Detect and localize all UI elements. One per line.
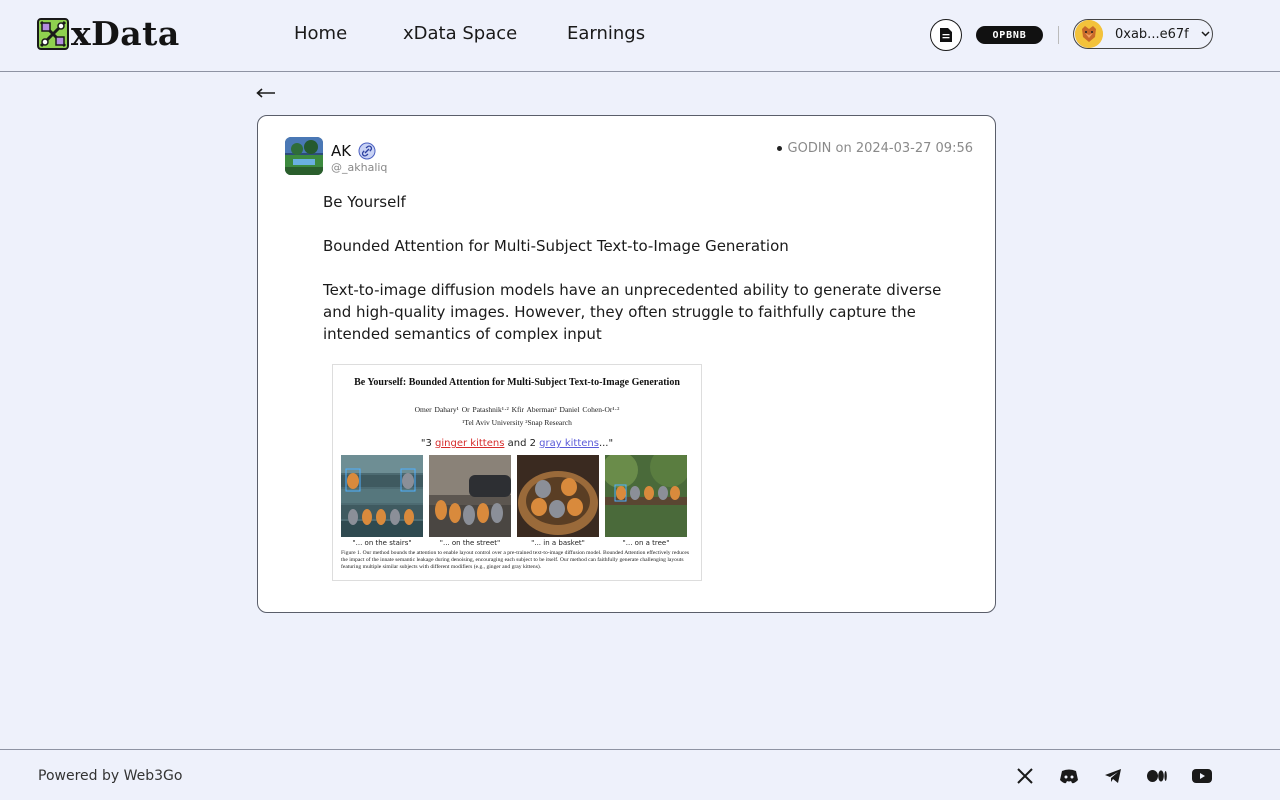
- post-image[interactable]: Be Yourself: Bounded Attention for Multi…: [332, 364, 702, 581]
- chevron-down-icon: [1201, 29, 1210, 40]
- nav-xdata-space[interactable]: xData Space: [403, 22, 517, 46]
- post-paragraph: Be Yourself: [323, 191, 973, 213]
- discord-icon[interactable]: [1059, 767, 1079, 785]
- wallet-avatar: [1075, 20, 1103, 48]
- figure-image-stairs: [341, 455, 423, 537]
- medium-icon[interactable]: [1147, 767, 1167, 785]
- figure-authors: Omer Dahary¹ Or Patashnik¹·² Kfir Aberma…: [333, 405, 701, 414]
- post-meta: GODIN on 2024-03-27 09:56: [777, 141, 973, 156]
- figure-caption-stairs: "... on the stairs": [341, 539, 423, 547]
- wallet-button[interactable]: 0xab...e67f: [1073, 19, 1213, 49]
- arrow-left-icon: [256, 88, 276, 98]
- bullet-icon: [777, 146, 782, 151]
- logo[interactable]: xData: [37, 17, 180, 51]
- figure-caption-street: "... on the street": [429, 539, 511, 547]
- docs-button[interactable]: [930, 19, 962, 51]
- footer: Powered by Web3Go: [0, 749, 1280, 800]
- figure-caption-tree: "... on a tree": [605, 539, 687, 547]
- author-avatar[interactable]: [285, 137, 323, 175]
- xdata-logo-icon: [37, 18, 69, 50]
- figure-affiliations: ¹Tel Aviv University ²Snap Research: [333, 418, 701, 427]
- author-handle: @_akhaliq: [331, 161, 387, 174]
- prompt-gray: gray kittens: [539, 438, 599, 449]
- figure-image-basket: [517, 455, 599, 537]
- figure-caption: Figure 1. Our method bounds the attentio…: [341, 550, 695, 571]
- prompt-ginger: ginger kittens: [435, 438, 504, 449]
- powered-by: Powered by Web3Go: [38, 768, 182, 784]
- chain-badge[interactable]: OPBNB: [976, 26, 1043, 44]
- post-body: Be Yourself Bounded Attention for Multi-…: [323, 191, 973, 367]
- landscape-avatar-icon: [285, 137, 323, 175]
- prompt-prefix: "3: [421, 438, 435, 449]
- x-twitter-icon[interactable]: [1015, 767, 1035, 785]
- prompt-mid: and 2: [504, 438, 539, 449]
- post-paragraph: Bounded Attention for Multi-Subject Text…: [323, 235, 973, 257]
- post-paragraph: Text-to-image diffusion models have an u…: [323, 279, 973, 345]
- author-name[interactable]: AK: [331, 142, 351, 160]
- figure-image-street: [429, 455, 511, 537]
- top-header: xData Home xData Space Earnings OPBNB 0x…: [0, 0, 1280, 72]
- back-button[interactable]: [256, 82, 278, 104]
- figure-prompt: "3 ginger kittens and 2 gray kittens...": [333, 438, 701, 449]
- post-source-date: GODIN on 2024-03-27 09:56: [788, 141, 973, 156]
- logo-text: xData: [71, 17, 180, 51]
- telegram-icon[interactable]: [1103, 767, 1123, 785]
- figure-title: Be Yourself: Bounded Attention for Multi…: [333, 377, 701, 388]
- link-badge-icon: [358, 142, 376, 160]
- nav-earnings[interactable]: Earnings: [567, 22, 645, 46]
- figure-caption-basket: "... in a basket": [517, 539, 599, 547]
- post-card: AK @_akhaliq GODIN on 2024-03-27 09:56 B…: [257, 115, 996, 613]
- header-divider: [1058, 26, 1059, 44]
- prompt-suffix: ...": [599, 438, 613, 449]
- document-icon: [939, 27, 953, 43]
- wallet-address: 0xab...e67f: [1115, 27, 1189, 42]
- nav-home[interactable]: Home: [294, 22, 347, 46]
- fox-avatar-icon: [1075, 20, 1103, 48]
- youtube-icon[interactable]: [1192, 767, 1212, 785]
- figure-image-tree: [605, 455, 687, 537]
